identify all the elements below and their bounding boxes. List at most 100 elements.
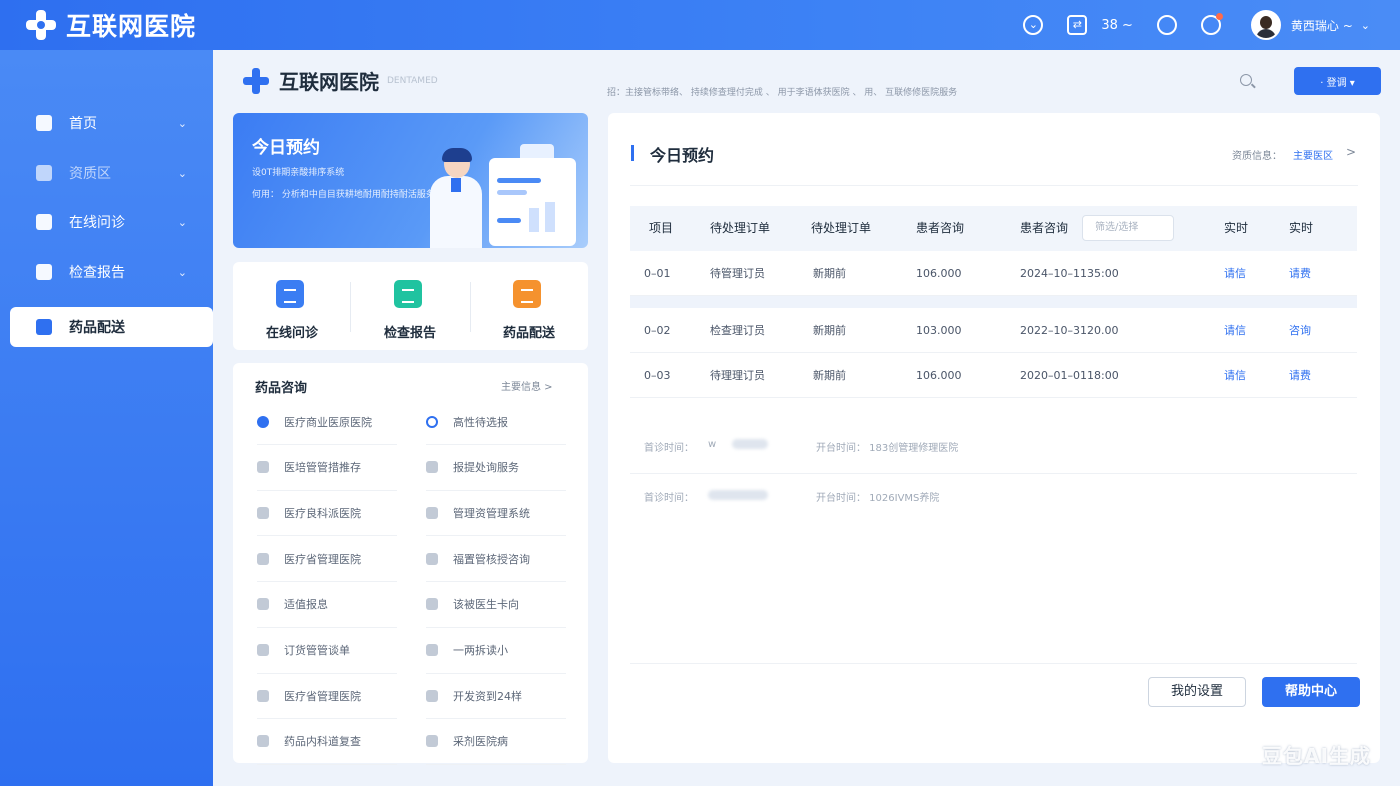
quick-online-consult[interactable]: 在线问诊 xyxy=(233,262,351,350)
drug-list-item[interactable]: 医疗良科派医院 xyxy=(257,490,397,537)
drug-list-label: 福置管核授咨询 xyxy=(453,552,530,566)
drug-consult-card: 药品咨询 主要信息 > 医疗商业医原医院 高性待选报 医培管管措推存 报提处询服务 医疗… xyxy=(233,363,588,765)
drug-list-item[interactable]: 医疗省管理医院 xyxy=(257,536,397,583)
cell-type: 新期前 xyxy=(813,324,846,337)
quick-drug-delivery[interactable]: 药品配送 xyxy=(470,262,588,350)
drug-list-label: 医培管管措推存 xyxy=(284,461,361,475)
report-icon xyxy=(36,264,52,280)
cell-id: 0–02 xyxy=(644,324,671,337)
login-button[interactable]: · 登调 ▾ xyxy=(1294,67,1381,95)
cell-time: 2024–10–1135:00 xyxy=(1020,267,1119,280)
info-label: 资质信息： xyxy=(1232,151,1282,162)
user-name[interactable]: 黄西瑞心 ~ xyxy=(1291,17,1353,34)
filter-input[interactable]: 筛选/选择 xyxy=(1082,215,1174,241)
sidebar-item-drug-delivery[interactable]: 药品配送 xyxy=(10,307,213,347)
panel-title: 今日预约 xyxy=(650,146,715,165)
drug-list-item[interactable]: 该被医生卡向 xyxy=(426,582,566,628)
drug-list-item[interactable]: 订货管管谈单 xyxy=(257,628,397,674)
chevron-right-icon[interactable]: > xyxy=(1346,145,1356,159)
sidebar-item-label: 检查报告 xyxy=(69,265,125,281)
meta-right: 开台时间： 1026IVMS养院 xyxy=(816,493,940,504)
drug-card-more-link[interactable]: 主要信息 > xyxy=(501,378,553,393)
cell-action-link[interactable]: 请信 xyxy=(1224,353,1246,398)
chevron-down-icon: ⌄ xyxy=(177,116,187,130)
drug-list-item[interactable]: 医培管管措推存 xyxy=(257,445,397,491)
drug-list-label: 医疗商业医原医院 xyxy=(284,415,372,429)
cell-type: 新期前 xyxy=(813,267,846,280)
quick-label: 药品配送 xyxy=(502,326,555,341)
sidebar-item-home[interactable]: 首页 ⌄ xyxy=(0,103,213,143)
drug-list-label: 报提处询服务 xyxy=(453,461,519,475)
message-count[interactable]: 38 ~ xyxy=(1101,18,1133,33)
info-link[interactable]: 主要医区 xyxy=(1293,147,1333,162)
drug-list-item[interactable]: 采剂医院病 xyxy=(426,719,566,765)
column-header: 待处理订单 xyxy=(710,221,771,235)
table-row[interactable]: 0–03 待理理订员 新期前 106.000 2020–01–0118:00 请… xyxy=(630,353,1357,398)
drug-list-label: 管理资管理系统 xyxy=(453,506,530,520)
drug-list-item[interactable]: 医疗省管理医院 xyxy=(257,673,397,720)
quick-report[interactable]: 检查报告 xyxy=(351,262,469,350)
title-accent xyxy=(631,145,634,161)
sidebar-item-report[interactable]: 检查报告 ⌄ xyxy=(0,252,213,292)
banner-title: 今日预约 xyxy=(252,138,320,158)
drug-list-label: 医疗省管理医院 xyxy=(284,552,361,566)
drug-list-label: 开发资到24样 xyxy=(453,689,522,703)
cell-amount: 106.000 xyxy=(916,267,962,280)
doctor-hair xyxy=(442,148,472,162)
drug-list-item[interactable]: 报提处询服务 xyxy=(426,445,566,491)
column-header: 待处理订单 xyxy=(811,221,872,235)
drug-list-item[interactable]: 医疗商业医原医院 xyxy=(257,399,397,445)
brand[interactable]: 互联网医院 xyxy=(0,7,196,43)
cell-action-link[interactable]: 请费 xyxy=(1289,353,1311,398)
notice-text: 招：主接管标带络、 持续修查理付完成 、 用于李语体获医院 、 用、 互联修修医… xyxy=(607,88,958,98)
header-title: 互联网医院 xyxy=(279,70,379,94)
drug-list-label: 采剂医院病 xyxy=(453,735,508,749)
list-bullet-icon xyxy=(257,689,269,702)
home-icon xyxy=(36,115,52,131)
drug-list-item[interactable]: 适值报息 xyxy=(257,582,397,628)
drug-list-item[interactable]: 开发资到24样 xyxy=(426,673,566,720)
drug-list-item[interactable]: 高性待选报 xyxy=(426,399,566,445)
location-icon[interactable] xyxy=(1200,13,1223,35)
chevron-down-icon[interactable]: ⌄ xyxy=(1361,19,1370,32)
hospital-cross-icon xyxy=(243,67,269,94)
drug-list-label: 该被医生卡向 xyxy=(453,598,519,612)
column-header: 患者咨询 xyxy=(1020,221,1069,235)
quick-actions: 在线问诊 检查报告 药品配送 xyxy=(233,262,588,350)
help-center-button[interactable]: 帮助中心 xyxy=(1262,677,1360,707)
cell-action-link[interactable]: 请信 xyxy=(1224,251,1246,296)
avatar[interactable] xyxy=(1250,10,1281,40)
quick-label: 检查报告 xyxy=(383,326,436,341)
drug-list-item[interactable]: 药品内科道复查 xyxy=(257,719,397,765)
drug-list-label: 药品内科道复查 xyxy=(284,735,361,749)
drug-list-item[interactable]: 一两拆读小 xyxy=(426,628,566,674)
bell-icon[interactable] xyxy=(1156,15,1177,35)
appointment-panel: 今日预约 资质信息： 主要医区 > 项目 待处理订单 待处理订单 患者咨询 患者… xyxy=(608,113,1380,763)
drug-list-item[interactable]: 管理资管理系统 xyxy=(426,490,566,537)
search-icon[interactable] xyxy=(1240,74,1252,86)
sidebar-item-online-consult[interactable]: 在线问诊 ⌄ xyxy=(0,202,213,242)
list-bullet-icon xyxy=(426,598,438,611)
cell-action-link[interactable]: 咨询 xyxy=(1289,308,1311,353)
list-bullet-icon xyxy=(257,461,269,474)
table-row[interactable]: 0–02 检查理订员 新期前 103.000 2022–10–3120.00 请… xyxy=(630,308,1357,353)
cell-status: 待管理订员 xyxy=(710,267,765,280)
cell-action-link[interactable]: 请信 xyxy=(1224,308,1246,353)
drug-list-item[interactable]: 福置管核授咨询 xyxy=(426,536,566,583)
report-icon xyxy=(394,280,422,308)
top-bar: 互联网医院 ⌄ ⇄ 38 ~ 黄西瑞心 ~ ⌄ xyxy=(0,0,1400,50)
sidebar: 首页 ⌄ 资质区 ⌄ 在线问诊 ⌄ 检查报告 ⌄ 药品配送 xyxy=(0,50,213,786)
drug-list-label: 医疗良科派医院 xyxy=(284,506,361,520)
hospital-cross-logo-icon xyxy=(26,10,56,40)
header-logo[interactable]: 互联网医院 DENTAMED xyxy=(243,66,438,95)
chevron-circle-icon[interactable]: ⌄ xyxy=(1023,15,1044,35)
cell-amount: 103.000 xyxy=(916,324,962,337)
switch-icon[interactable]: ⇄ xyxy=(1067,15,1088,35)
table-row[interactable]: 0–01 待管理订员 新期前 106.000 2024–10–1135:00 请… xyxy=(630,251,1357,296)
my-settings-button[interactable]: 我的设置 xyxy=(1148,677,1246,707)
sidebar-item-qualification[interactable]: 资质区 ⌄ xyxy=(0,153,213,193)
cell-status: 检查理订员 xyxy=(710,324,765,337)
table-header: 项目 待处理订单 待处理订单 患者咨询 患者咨询 筛选/选择 实时 实时 xyxy=(630,206,1357,251)
blurred-value xyxy=(732,439,768,449)
cell-action-link[interactable]: 请费 xyxy=(1289,251,1311,296)
